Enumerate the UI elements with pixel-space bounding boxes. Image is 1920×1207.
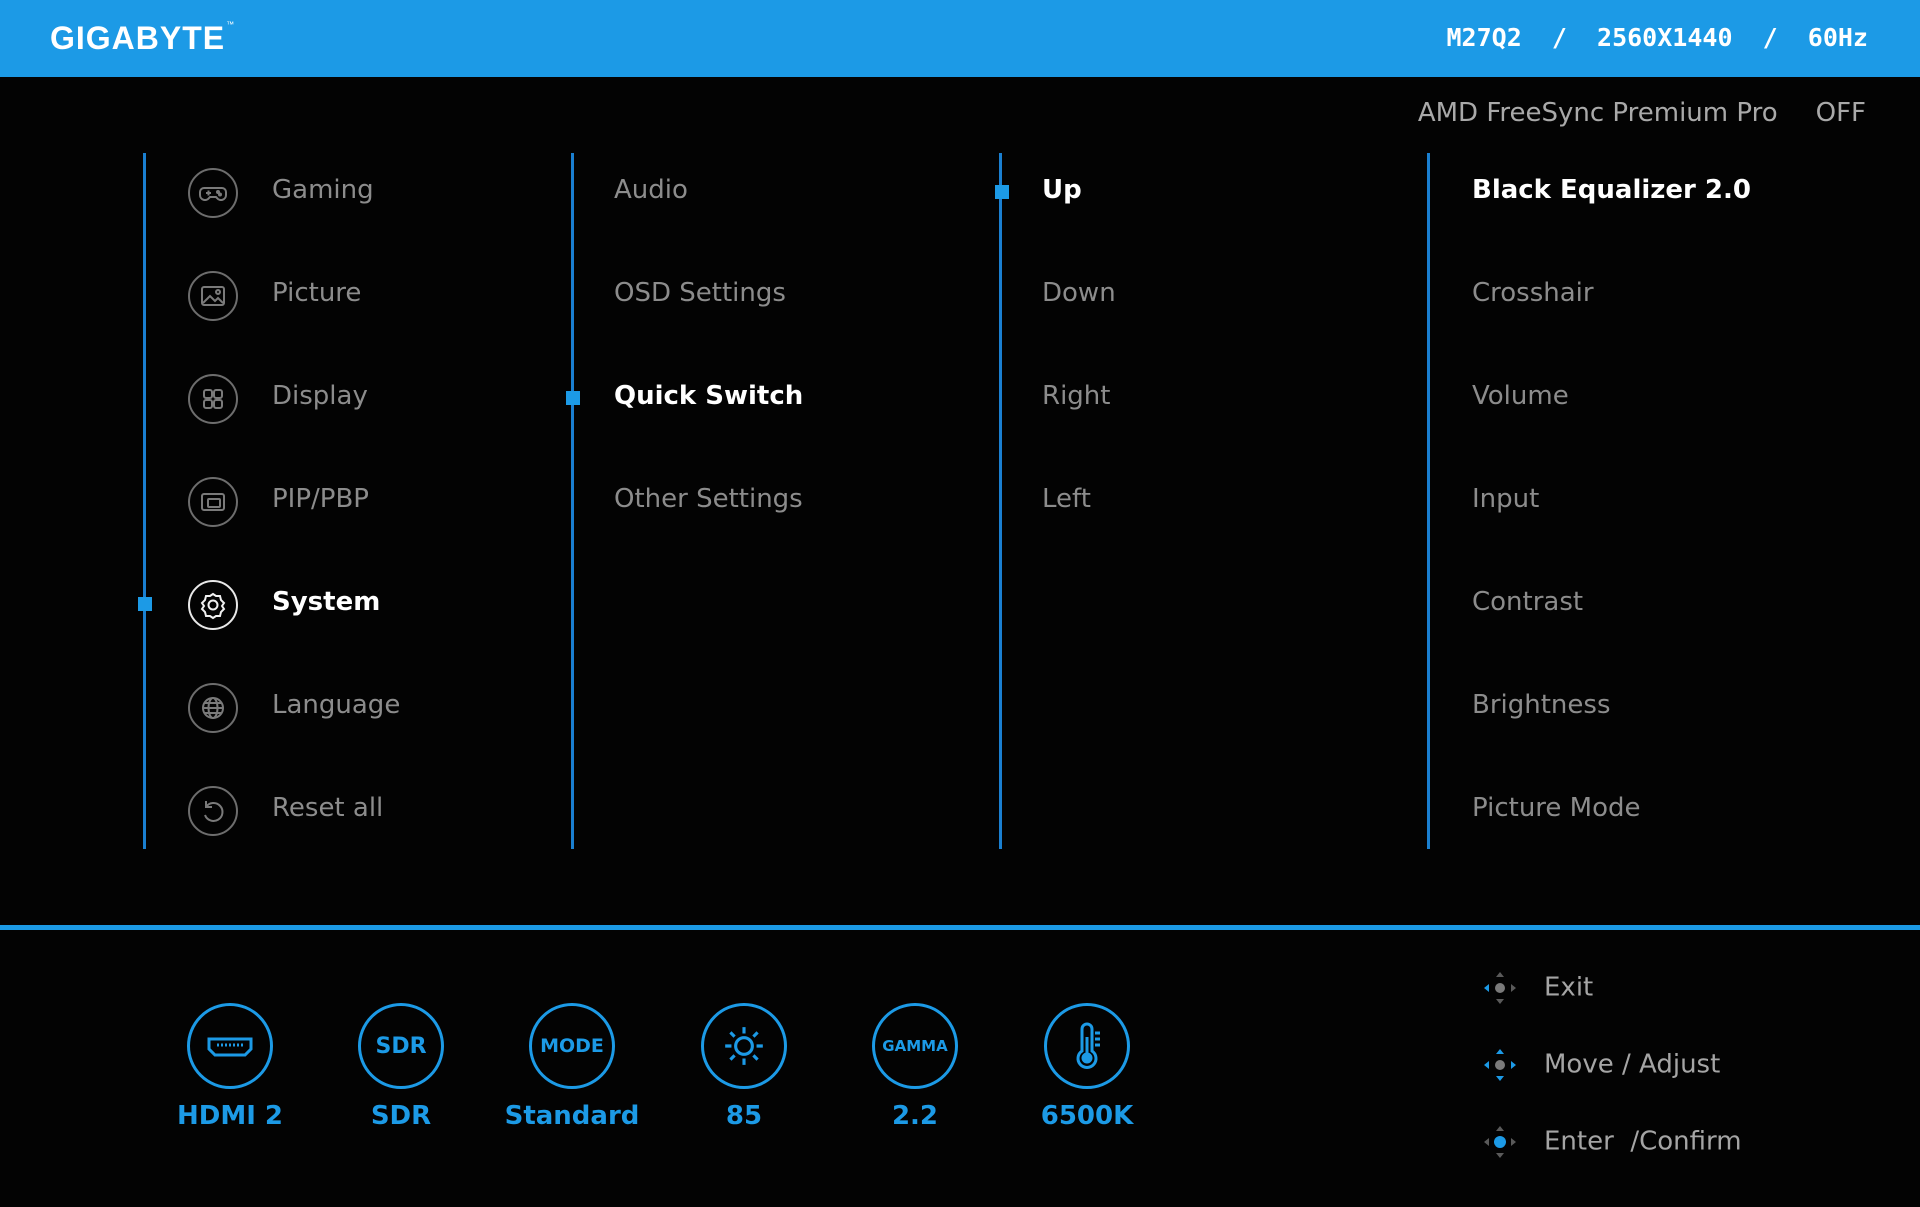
hint-exit-label: Exit xyxy=(1544,972,1594,1003)
sdr-icon-text: SDR xyxy=(375,1033,427,1059)
status-dynamic-range-value: SDR xyxy=(370,1101,432,1131)
freesync-label: AMD FreeSync Premium Pro xyxy=(1417,98,1778,128)
pip-icon xyxy=(188,477,238,527)
model-name: M27Q2 xyxy=(1446,23,1522,52)
option-input[interactable]: Input xyxy=(1472,484,1539,514)
refresh-rate: 60Hz xyxy=(1807,23,1868,52)
menu-item-reset-all[interactable]: Reset all xyxy=(272,793,383,823)
hint-move-adjust-label: Move / Adjust xyxy=(1544,1049,1721,1080)
status-brightness-value: 85 xyxy=(725,1101,763,1131)
brand-logo: GIGABYTE™ xyxy=(50,20,235,57)
menu-item-language[interactable]: Language xyxy=(272,690,400,720)
menu-item-system[interactable]: System xyxy=(272,587,380,617)
menu-item-pip-pbp[interactable]: PIP/PBP xyxy=(272,484,369,514)
hint-move-adjust: Move / Adjust xyxy=(1478,1043,1720,1087)
menu-item-display[interactable]: Display xyxy=(272,381,368,411)
option-black-equalizer[interactable]: Black Equalizer 2.0 xyxy=(1472,175,1751,205)
brand-name: GIGABYTE xyxy=(50,20,226,56)
nav-left-icon xyxy=(1484,972,1516,1004)
hint-exit: Exit xyxy=(1478,966,1593,1010)
menu-item-right[interactable]: Right xyxy=(1042,381,1110,411)
brightness-icon xyxy=(701,1003,787,1089)
system-menu-selection-marker xyxy=(566,391,580,405)
status-input: HDMI 2 xyxy=(150,1003,310,1131)
menu-item-audio[interactable]: Audio xyxy=(614,175,688,205)
option-contrast[interactable]: Contrast xyxy=(1472,587,1583,617)
gamepad-icon xyxy=(188,168,238,218)
menu-item-left[interactable]: Left xyxy=(1042,484,1091,514)
function-menu-line xyxy=(1427,153,1430,849)
status-divider xyxy=(0,925,1920,930)
menu-item-gaming[interactable]: Gaming xyxy=(272,175,374,205)
model-info: M27Q2 / 2560X1440 / 60Hz xyxy=(1446,23,1868,52)
nav-all-icon xyxy=(1484,1049,1516,1081)
display-grid-icon xyxy=(188,374,238,424)
menu-item-picture[interactable]: Picture xyxy=(272,278,361,308)
status-dynamic-range: SDR SDR xyxy=(321,1003,481,1131)
status-brightness: 85 xyxy=(664,1003,824,1131)
quick-switch-menu-line xyxy=(999,153,1002,849)
nav-center-icon xyxy=(1484,1126,1516,1158)
osd-header: GIGABYTE™ M27Q2 / 2560X1440 / 60Hz xyxy=(0,0,1920,77)
quick-switch-selection-marker xyxy=(995,185,1009,199)
gamma-icon-text: GAMMA xyxy=(882,1037,948,1055)
reset-icon xyxy=(188,786,238,836)
hdmi-icon xyxy=(187,1003,273,1089)
sdr-icon: SDR xyxy=(358,1003,444,1089)
status-gamma-value: 2.2 xyxy=(891,1101,939,1131)
main-menu-line xyxy=(143,153,146,849)
hint-enter-confirm-label: Enter /Confirm xyxy=(1544,1126,1742,1157)
trademark: ™ xyxy=(226,20,236,29)
menu-item-down[interactable]: Down xyxy=(1042,278,1116,308)
status-color-temperature-value: 6500K xyxy=(1040,1101,1134,1131)
menu-item-quick-switch[interactable]: Quick Switch xyxy=(614,381,803,411)
system-menu-line xyxy=(571,153,574,849)
menu-item-other-settings[interactable]: Other Settings xyxy=(614,484,803,514)
option-crosshair[interactable]: Crosshair xyxy=(1472,278,1594,308)
freesync-status: AMD FreeSync Premium Pro OFF xyxy=(1418,98,1866,128)
option-picture-mode[interactable]: Picture Mode xyxy=(1472,793,1641,823)
gear-icon xyxy=(188,580,238,630)
status-input-value: HDMI 2 xyxy=(176,1101,284,1131)
menu-item-osd-settings[interactable]: OSD Settings xyxy=(614,278,786,308)
picture-icon xyxy=(188,271,238,321)
separator: / xyxy=(1762,23,1778,52)
freesync-value: OFF xyxy=(1815,98,1866,128)
separator: / xyxy=(1551,23,1567,52)
hint-enter-confirm: Enter /Confirm xyxy=(1478,1120,1742,1164)
gamma-icon: GAMMA xyxy=(872,1003,958,1089)
resolution: 2560X1440 xyxy=(1597,23,1733,52)
option-volume[interactable]: Volume xyxy=(1472,381,1569,411)
mode-icon: MODE xyxy=(529,1003,615,1089)
status-mode-value: Standard xyxy=(504,1101,640,1131)
status-gamma: GAMMA 2.2 xyxy=(835,1003,995,1131)
option-brightness[interactable]: Brightness xyxy=(1472,690,1611,720)
mode-icon-text: MODE xyxy=(540,1035,604,1057)
globe-icon xyxy=(188,683,238,733)
status-color-temperature: 6500K xyxy=(1007,1003,1167,1131)
status-mode: MODE Standard xyxy=(492,1003,652,1131)
thermometer-icon xyxy=(1044,1003,1130,1089)
main-menu-selection-marker xyxy=(138,597,152,611)
menu-item-up[interactable]: Up xyxy=(1042,175,1082,205)
